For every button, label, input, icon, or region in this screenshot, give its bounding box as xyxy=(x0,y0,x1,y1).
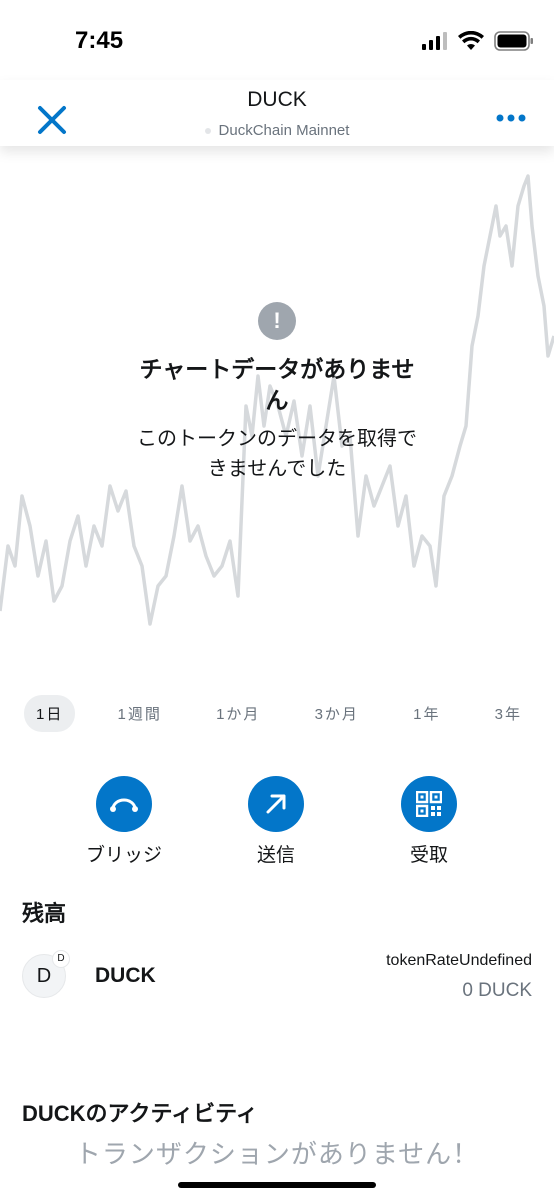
send-button-circle[interactable] xyxy=(248,776,304,832)
no-transactions-message: トランザクションがありません！ xyxy=(74,1139,480,1169)
arrow-up-right-icon xyxy=(266,794,286,814)
bridge-icon xyxy=(110,798,138,812)
token-header: DUCK DuckChain Mainnet xyxy=(0,80,554,146)
home-indicator[interactable] xyxy=(178,1182,376,1188)
status-bar: 7:45 xyxy=(0,0,554,80)
token-name: DUCK xyxy=(95,964,156,987)
timeframe-3m[interactable]: 3か月 xyxy=(303,695,371,732)
timeframe-1m[interactable]: 1か月 xyxy=(204,695,272,732)
bridge-label: ブリッジ xyxy=(85,845,162,866)
network-name: DuckChain Mainnet xyxy=(218,122,350,139)
more-options-icon[interactable] xyxy=(496,110,526,126)
activity-heading: DUCKのアクティビティ xyxy=(22,1101,258,1126)
timeframe-3y[interactable]: 3年 xyxy=(483,695,534,732)
network-dot-icon xyxy=(204,127,211,134)
token-actions: ブリッジ 送信 受取 xyxy=(0,776,554,866)
wifi-icon xyxy=(458,31,484,50)
qr-code-icon xyxy=(416,791,442,817)
token-balance-row[interactable]: D D DUCK tokenRateUndefined 0 DUCK xyxy=(0,948,554,1008)
network-badge: D xyxy=(52,950,70,968)
token-rate: tokenRateUndefined xyxy=(386,952,532,969)
send-label: 送信 xyxy=(256,845,295,866)
timeframe-1d[interactable]: 1日 xyxy=(24,694,76,732)
network-label: DuckChain Mainnet xyxy=(0,122,554,139)
warning-icon: ! xyxy=(258,302,296,340)
bridge-button[interactable]: ブリッジ xyxy=(64,776,184,867)
receive-button[interactable]: 受取 xyxy=(369,776,489,867)
status-time: 7:45 xyxy=(75,27,124,54)
battery-icon xyxy=(494,31,533,51)
chart-empty-state: ! チャートデータがありません このトークンのデータを取得できませんでした xyxy=(130,302,424,484)
send-button[interactable]: 送信 xyxy=(216,776,336,867)
chart-empty-title: チャートデータがありません xyxy=(139,356,415,413)
token-amount: 0 DUCK xyxy=(462,980,532,1001)
chart-empty-description: このトークンのデータを取得できませんでした xyxy=(137,428,417,480)
timeframe-selector: 1日 1週間 1か月 3か月 1年 3年 xyxy=(24,694,534,732)
price-chart: ! チャートデータがありません このトークンのデータを取得できませんでした xyxy=(0,146,554,676)
balance-heading: 残高 xyxy=(22,901,67,926)
timeframe-1w[interactable]: 1週間 xyxy=(106,695,174,732)
status-icons xyxy=(422,31,534,51)
timeframe-1y[interactable]: 1年 xyxy=(401,695,452,732)
receive-label: 受取 xyxy=(409,845,448,866)
page-title: DUCK xyxy=(247,88,307,111)
bridge-button-circle[interactable] xyxy=(96,776,152,832)
receive-button-circle[interactable] xyxy=(401,776,457,832)
cellular-signal-icon xyxy=(422,32,447,50)
